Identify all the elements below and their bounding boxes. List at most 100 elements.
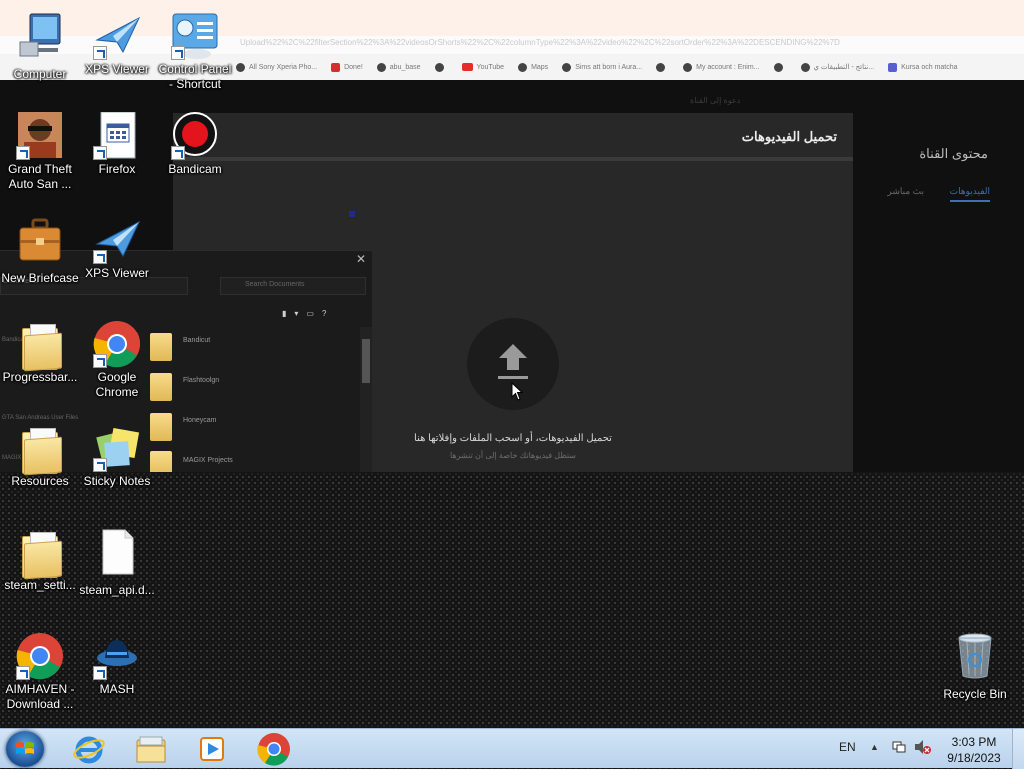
bookmark-item[interactable]: Kursa och matcha [888, 62, 958, 72]
explorer-scrollbar[interactable] [360, 327, 372, 472]
taskbar: EN ▲ 3:03 PM 9/18/2023 [0, 728, 1024, 769]
network-icon[interactable] [892, 740, 906, 754]
bookmark-label: abu_base [389, 63, 421, 71]
desktop-icon-steam-api[interactable]: steam_api.d... [77, 528, 157, 598]
folder-label[interactable]: Honeycam [183, 417, 216, 424]
desktop-icon-aimhaven[interactable]: AIMHAVEN - Download ... [0, 632, 80, 712]
system-clock[interactable]: 3:03 PM 9/18/2023 [944, 734, 1004, 766]
bookmark-label: YouTube [476, 63, 505, 71]
desktop-icon-google-chrome[interactable]: Google Chrome [77, 320, 157, 400]
recycle-bin-icon [958, 633, 992, 679]
desktop-icon-xps-viewer[interactable]: XPS Viewer [77, 12, 157, 77]
shortcut-arrow-icon [93, 666, 107, 680]
desktop-icon-label: Recycle Bin [943, 687, 1007, 701]
internet-explorer-icon[interactable] [72, 732, 106, 766]
start-button[interactable] [6, 731, 44, 767]
globe-icon [562, 62, 572, 72]
shortcut-arrow-icon [93, 354, 107, 368]
bookmark-item[interactable]: Maps [518, 62, 548, 72]
explorer-view-toolbar[interactable]: ▮▾▭? [282, 309, 334, 318]
desktop-icon-xps-viewer-2[interactable]: XPS Viewer [77, 216, 157, 281]
folder-icon [16, 320, 64, 372]
desktop-icon-firefox[interactable]: Firefox [77, 111, 157, 177]
desktop-icon-label: XPS Viewer [85, 62, 149, 76]
windows-logo-icon [16, 742, 34, 754]
shortcut-arrow-icon [16, 146, 30, 160]
bookmark-label: All Sony Xperia Pho... [249, 63, 318, 71]
desktop-icon-mash[interactable]: MASH [77, 632, 157, 697]
desktop-icon-label: Sticky Notes [83, 474, 151, 488]
bookmark-item[interactable] [434, 62, 448, 72]
chrome-icon[interactable] [257, 732, 291, 766]
volume-muted-icon[interactable] [914, 739, 932, 755]
tab-live[interactable]: بث مباشر [887, 186, 924, 197]
dialog-title: تحميل الفيديوهات [741, 129, 837, 144]
bookmark-label: Sims att born i Aura... [575, 63, 643, 71]
desktop-icon-label: New Briefcase [1, 271, 79, 285]
folder-label[interactable]: Bandicut [183, 337, 210, 344]
bookmark-item[interactable] [656, 62, 669, 72]
show-desktop-button[interactable] [1012, 729, 1024, 769]
desktop-icon-sticky-notes[interactable]: Sticky Notes [77, 424, 157, 489]
bookmark-item[interactable]: abu_base [376, 62, 421, 72]
language-indicator[interactable]: EN [839, 740, 856, 754]
globe-icon [773, 62, 783, 72]
globe-icon [800, 62, 810, 72]
desktop-icon-gta[interactable]: Grand Theft Auto San ... [0, 112, 80, 192]
desktop-icon-label: AIMHAVEN - Download ... [5, 682, 75, 711]
desktop-icon-steam-settings[interactable]: steam_setti... [0, 528, 80, 593]
show-hidden-icons-icon[interactable]: ▲ [870, 742, 879, 752]
desktop-icon-label: Firefox [98, 162, 136, 176]
selection-marker [349, 211, 355, 217]
desktop-icon-progressbar[interactable]: Progressbar... [0, 320, 80, 385]
folder-label[interactable]: MAGIX Projects [183, 457, 233, 464]
close-icon[interactable]: ✕ [356, 252, 366, 266]
tab-videos[interactable]: الفيديوهات [949, 186, 990, 202]
bookmark-item[interactable]: All Sony Xperia Pho... [236, 62, 318, 72]
media-player-icon[interactable] [195, 732, 229, 766]
bookmark-item[interactable]: Sims att born i Aura... [562, 62, 643, 72]
bookmark-label: نتائج - التطبيقات ي... [813, 64, 875, 71]
bookmark-item[interactable]: نتائج - التطبيقات ي... [800, 62, 875, 72]
desktop-icon-label: XPS Viewer [85, 266, 149, 280]
globe-icon [683, 62, 693, 72]
shortcut-arrow-icon [93, 146, 107, 160]
desktop-icon-label: Google Chrome [95, 370, 139, 399]
browser-url-text: Upload%22%2C%22filterSection%22%3A%22vid… [240, 38, 840, 47]
xperia-icon [236, 62, 245, 72]
desktop-icon-computer[interactable]: Computer [0, 12, 80, 82]
desktop-icon-label: Computer [13, 67, 67, 81]
desktop-icon-label: Resources [11, 474, 69, 488]
desktop-icon-label: Grand Theft Auto San ... [8, 162, 72, 191]
shortcut-arrow-icon [93, 458, 107, 472]
youtube-icon [461, 63, 473, 71]
desktop-icon-bandicam[interactable]: Bandicam [155, 112, 235, 177]
desktop-icon-label: MASH [99, 682, 135, 696]
bookmark-item[interactable]: My account : Enim... [683, 62, 760, 72]
globe-icon [434, 62, 444, 72]
desktop-icon-new-briefcase[interactable]: New Briefcase [0, 216, 80, 286]
shortcut-arrow-icon [171, 146, 185, 160]
bookmark-label: Done! [344, 63, 363, 71]
shortcut-arrow-icon [16, 666, 30, 680]
scrollbar-thumb[interactable] [362, 339, 370, 383]
bookmark-item[interactable] [773, 62, 787, 72]
clock-date: 9/18/2023 [947, 751, 1001, 765]
desktop-icon-resources[interactable]: Resources [0, 424, 80, 489]
desktop-icon-label: Progressbar... [2, 370, 78, 384]
folder-label[interactable]: Flashtoolgn [183, 377, 219, 384]
desktop-icon-label: Bandicam [168, 162, 222, 176]
desktop-icon-control-panel[interactable]: Control Panel - Shortcut [155, 12, 235, 92]
red-icon [331, 62, 341, 72]
bookmark-item[interactable]: YouTube [461, 63, 505, 71]
purple-icon [888, 62, 898, 72]
desktop-icon-recycle-bin[interactable]: Recycle Bin [935, 632, 1015, 702]
file-icon [102, 529, 134, 575]
shortcut-arrow-icon [93, 46, 107, 60]
nav-item[interactable]: GTA San Andreas User Files [2, 415, 78, 421]
explorer-search-input[interactable]: Search Documents [220, 277, 366, 295]
bookmark-item[interactable]: Done! [331, 62, 363, 72]
file-explorer-icon[interactable] [134, 732, 168, 766]
briefcase-icon [19, 218, 61, 261]
folder-icon [16, 528, 64, 580]
